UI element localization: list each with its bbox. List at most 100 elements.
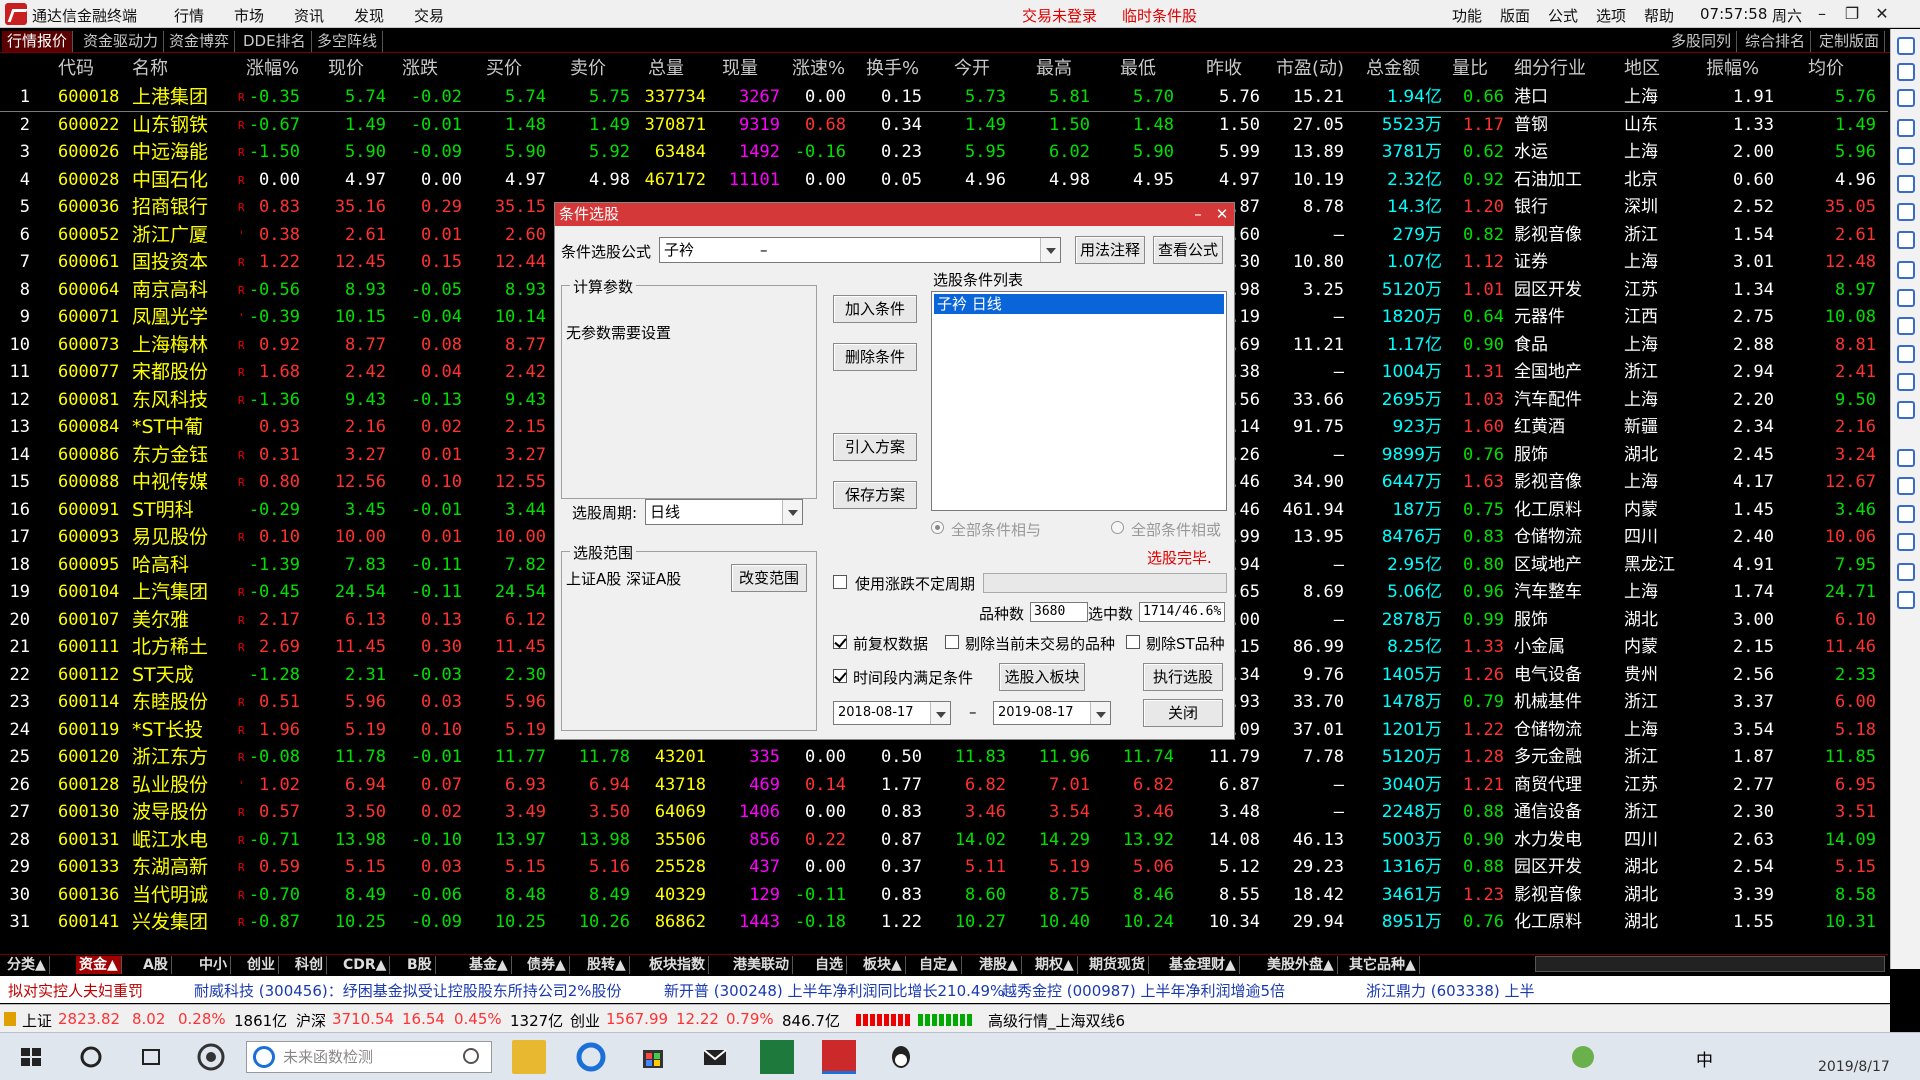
column-header[interactable]: 代码 — [58, 54, 94, 84]
tray-app-icon[interactable] — [1572, 1046, 1594, 1068]
edge-browser-icon[interactable] — [574, 1040, 608, 1074]
category-tab[interactable]: 港股▲ — [976, 956, 1022, 974]
table-row[interactable]: 26 600128 弘业股份 ' 1.02 6.94 0.07 6.93 6.94 43718 46… — [0, 772, 1888, 800]
category-tab[interactable]: 创业 — [244, 956, 279, 974]
menu-market[interactable]: 市场 — [234, 5, 264, 26]
column-header[interactable]: 均价 — [1808, 54, 1844, 84]
maximize-icon[interactable]: ❐ — [1838, 2, 1866, 26]
column-header[interactable]: 现价 — [328, 54, 364, 84]
tab-bull-bear[interactable]: 多空阵线 — [312, 31, 384, 52]
minimize-icon[interactable]: – — [1808, 2, 1836, 26]
condition-list[interactable]: 子衿 日线 — [931, 291, 1227, 511]
column-header[interactable]: 昨收 — [1206, 54, 1242, 84]
category-tab[interactable]: 科创 — [292, 956, 327, 974]
export-icon[interactable] — [1897, 533, 1915, 551]
dialog-title-bar[interactable]: 条件选股 – ✕ — [555, 203, 1234, 226]
column-header[interactable]: 买价 — [486, 54, 522, 84]
dialog-close-icon[interactable]: ✕ — [1211, 203, 1233, 226]
column-header[interactable]: 涨幅% — [246, 54, 299, 84]
tab-fund-drive[interactable]: 资金驱动力 — [78, 31, 165, 52]
column-header[interactable]: 最高 — [1036, 54, 1072, 84]
cy-index-name[interactable]: 创业 — [570, 1010, 600, 1031]
connection-status[interactable]: 高级行情_上海双线6 — [988, 1010, 1125, 1031]
grid-icon[interactable] — [1897, 231, 1915, 249]
menu-layout[interactable]: 版面 — [1500, 5, 1530, 26]
radio-all-and[interactable] — [931, 521, 944, 534]
taskbar-date[interactable]: 2019/8/17 — [1818, 1059, 1890, 1075]
column-header[interactable]: 涨跌 — [402, 54, 438, 84]
hs-index-name[interactable]: 沪深 — [296, 1010, 326, 1031]
filter-icon[interactable] — [1897, 505, 1915, 523]
column-header[interactable]: 现量 — [722, 54, 758, 84]
category-tab[interactable]: 板块指数 — [646, 956, 709, 974]
menu-quotes[interactable]: 行情 — [174, 5, 204, 26]
chevron-up-icon[interactable] — [1544, 1040, 1564, 1074]
list-icon[interactable] — [1897, 147, 1915, 165]
category-tab[interactable]: 期权▲ — [1032, 956, 1078, 974]
kline-icon[interactable] — [1897, 203, 1915, 221]
table-row[interactable]: 25 600120 浙江东方 R -0.08 11.78 -0.01 11.77 11.78 43… — [0, 744, 1888, 772]
menu-trade[interactable]: 交易 — [414, 5, 444, 26]
change-range-button[interactable]: 改变范围 — [731, 564, 807, 592]
tab-composite-rank[interactable]: 综合排名 — [1740, 31, 1812, 52]
category-tab[interactable]: 中小 — [196, 956, 231, 974]
report-icon[interactable] — [1897, 119, 1915, 137]
cortana-icon[interactable] — [74, 1040, 108, 1074]
table-row[interactable]: 30 600136 当代明诚 R -0.70 8.49 -0.06 8.48 8.49 40329… — [0, 882, 1888, 910]
category-tab[interactable]: 债券▲ — [524, 956, 570, 974]
exclude-untraded-checkbox[interactable] — [945, 635, 959, 649]
status-condition-stocks[interactable]: 临时条件股 — [1122, 5, 1197, 26]
store-icon[interactable] — [636, 1040, 670, 1074]
tab-multi-stock[interactable]: 多股同列 — [1666, 31, 1738, 52]
category-tab[interactable]: 期货现货 — [1086, 956, 1149, 974]
column-header[interactable]: 总量 — [648, 54, 684, 84]
category-tab[interactable]: B股 — [404, 956, 436, 974]
category-tab[interactable]: 板块▲ — [860, 956, 906, 974]
category-tab[interactable]: 自选 — [812, 956, 847, 974]
news-item[interactable]: 拟对实控人夫妇重罚 — [8, 980, 143, 1001]
table-row[interactable]: 4 600028 中国石化 R 0.00 4.97 0.00 4.97 4.98 467172 11… — [0, 167, 1888, 195]
save-plan-button[interactable]: 保存方案 — [833, 481, 917, 509]
forward-adjust-checkbox[interactable] — [833, 635, 847, 649]
column-header[interactable]: 最低 — [1120, 54, 1156, 84]
close-icon[interactable]: ✕ — [1868, 2, 1896, 26]
column-header[interactable]: 振幅% — [1706, 54, 1759, 84]
period-satisfy-checkbox[interactable] — [833, 669, 847, 683]
news-item[interactable]: 新开普 (300248) 上半年净利润同比增长210.49% — [664, 980, 1004, 1001]
chevron-down-icon[interactable] — [1090, 702, 1110, 724]
menu-function[interactable]: 功能 — [1452, 5, 1482, 26]
task-view-icon[interactable] — [134, 1040, 168, 1074]
date-to-picker[interactable]: 2019-08-17 — [993, 701, 1111, 725]
exclude-st-checkbox[interactable] — [1126, 635, 1140, 649]
use-indefinite-period-checkbox[interactable] — [833, 575, 847, 589]
table-row[interactable]: 2 600022 山东钢铁 R -0.67 1.49 -0.01 1.48 1.49 370871… — [0, 112, 1888, 140]
chart-line-icon[interactable] — [1897, 175, 1915, 193]
delete-condition-button[interactable]: 删除条件 — [833, 343, 917, 371]
column-header[interactable]: 总金额 — [1366, 54, 1420, 84]
menu-discover[interactable]: 发现 — [354, 5, 384, 26]
network-icon[interactable] — [1636, 1040, 1656, 1074]
tdx-taskbar-icon[interactable] — [822, 1040, 856, 1074]
menu-help[interactable]: 帮助 — [1644, 5, 1674, 26]
file-explorer-icon[interactable] — [512, 1040, 546, 1074]
column-header[interactable]: 市盈(动) — [1276, 54, 1344, 84]
chevron-down-icon[interactable] — [782, 500, 802, 524]
excel-icon[interactable] — [760, 1040, 794, 1074]
window-icon[interactable] — [1897, 477, 1915, 495]
chevron-down-icon[interactable] — [930, 702, 950, 724]
ime-indicator[interactable]: 中 — [1696, 1046, 1713, 1071]
horizontal-scrollbar[interactable] — [1535, 956, 1885, 972]
column-header[interactable]: 地区 — [1624, 54, 1660, 84]
chevron-down-icon[interactable] — [1040, 238, 1060, 262]
column-header[interactable]: 今开 — [954, 54, 990, 84]
category-tab[interactable]: 分类▲ — [4, 956, 50, 974]
qq-icon[interactable] — [884, 1040, 918, 1074]
column-header[interactable]: 细分行业 — [1514, 54, 1586, 84]
import-plan-button[interactable]: 引入方案 — [833, 433, 917, 461]
column-header[interactable]: 卖价 — [570, 54, 606, 84]
date-from-picker[interactable]: 2018-08-17 — [833, 701, 951, 725]
f10-icon[interactable] — [1897, 261, 1915, 279]
condition-list-item[interactable]: 子衿 日线 — [934, 294, 1224, 314]
execute-select-button[interactable]: 执行选股 — [1143, 663, 1223, 691]
news-item[interactable]: 越秀金控 (000987) 上半年净利润增逾5倍 — [1002, 980, 1285, 1001]
